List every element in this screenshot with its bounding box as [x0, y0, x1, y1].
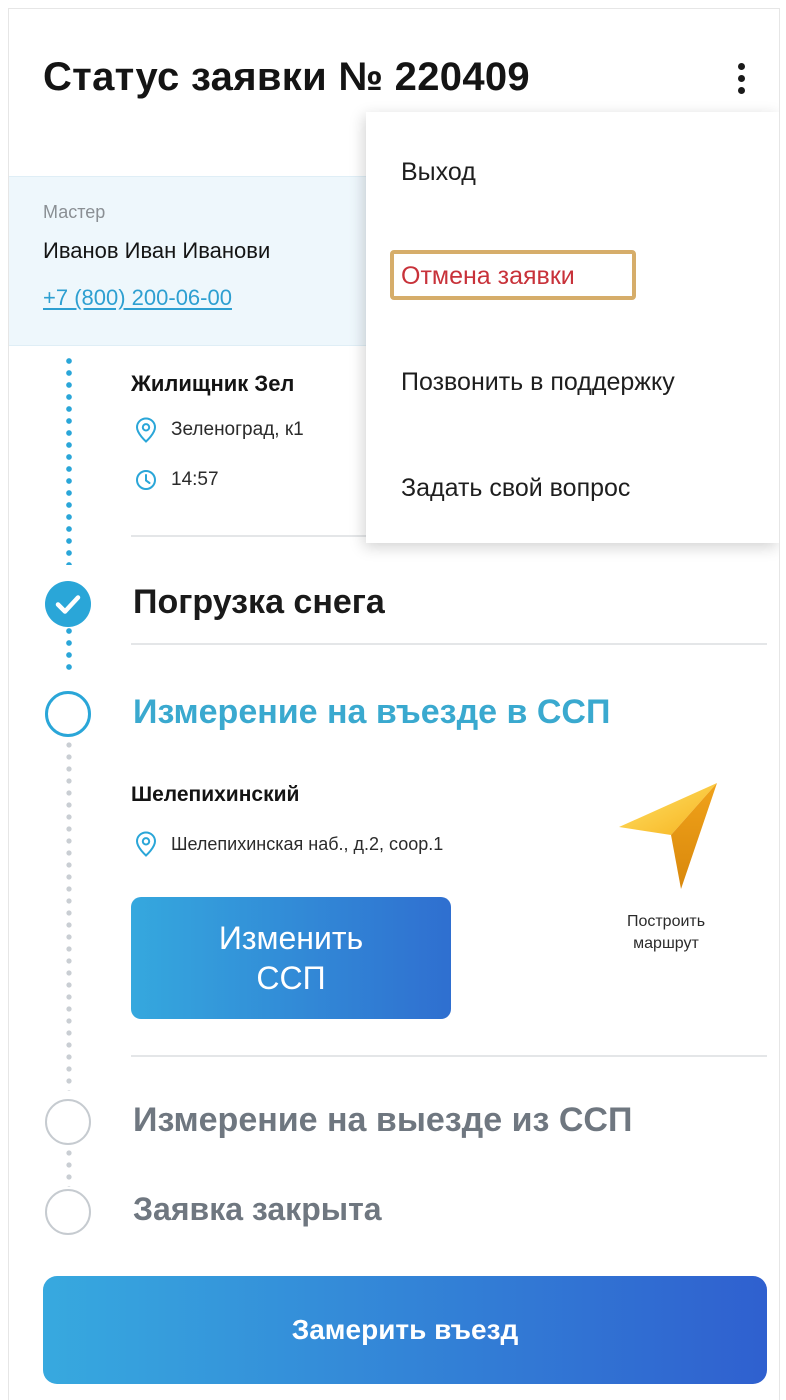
- build-route-label[interactable]: Построить маршрут: [599, 911, 733, 955]
- step-label: Измерение на выезде из ССП: [133, 1101, 633, 1139]
- step-done-indicator: [45, 581, 91, 627]
- timeline-connector-pending-2: [66, 1147, 72, 1187]
- step-label: Погрузка снега: [133, 583, 385, 621]
- timeline-connector-done: [66, 355, 72, 565]
- pickup-address: Зеленоград, к1: [171, 419, 304, 440]
- measure-entry-button[interactable]: Замерить въезд: [43, 1276, 767, 1384]
- check-icon: [55, 595, 81, 614]
- ssp-name: Шелепихинский: [131, 783, 300, 806]
- menu-item-ask-question[interactable]: Задать свой вопрос: [401, 474, 630, 503]
- master-phone-link[interactable]: +7 (800) 200-06-00: [43, 285, 232, 311]
- step-pending-indicator: [45, 1099, 91, 1145]
- clock-icon: [136, 470, 156, 490]
- location-pin-icon: [135, 831, 157, 857]
- step-label: Заявка закрыта: [133, 1191, 382, 1227]
- divider: [131, 643, 767, 645]
- step-active-indicator: [45, 691, 91, 737]
- timeline-connector-done-2: [66, 625, 72, 671]
- divider: [131, 1055, 767, 1057]
- pickup-address-row: Зеленоград, к1: [135, 417, 304, 443]
- pickup-time-row: 14:57: [135, 469, 219, 491]
- more-vertical-icon[interactable]: [729, 63, 753, 103]
- ssp-address-row: Шелепихинская наб., д.2, соор.1: [135, 831, 443, 857]
- change-ssp-button[interactable]: Изменить ССП: [131, 897, 451, 1019]
- timeline-connector-pending: [66, 739, 72, 1091]
- master-name: Иванов Иван Иванови: [43, 238, 271, 263]
- location-pin-icon: [135, 417, 157, 443]
- page-title: Статус заявки № 220409: [43, 55, 530, 99]
- app-screen: Статус заявки № 220409 Мастер Иванов Ива…: [8, 8, 780, 1400]
- menu-item-cancel-request[interactable]: Отмена заявки: [401, 262, 575, 291]
- menu-item-exit[interactable]: Выход: [401, 158, 476, 187]
- step-pending-indicator: [45, 1189, 91, 1235]
- ssp-address: Шелепихинская наб., д.2, соор.1: [171, 833, 444, 854]
- navigation-arrow-icon[interactable]: [617, 781, 721, 893]
- master-caption: Мастер: [43, 202, 106, 222]
- overflow-menu: Выход Отмена заявки Позвонить в поддержк…: [366, 112, 779, 543]
- menu-item-call-support[interactable]: Позвонить в поддержку: [401, 368, 675, 397]
- step-label: Измерение на въезде в ССП: [133, 693, 611, 731]
- pickup-title: Жилищник Зел: [131, 371, 295, 396]
- pickup-time: 14:57: [171, 469, 219, 490]
